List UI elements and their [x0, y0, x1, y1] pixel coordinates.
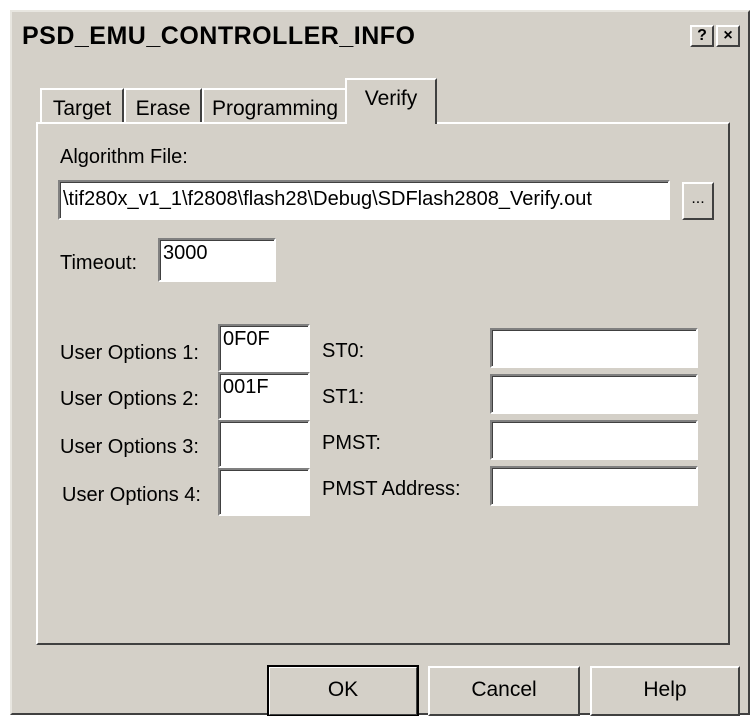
- pmst-input[interactable]: [490, 420, 698, 460]
- pmst-label: PMST:: [322, 432, 381, 454]
- user-options-2-label: User Options 2:: [60, 388, 199, 410]
- tab-verify[interactable]: Verify: [345, 78, 437, 124]
- tab-target-label: Target: [52, 97, 112, 120]
- help-button[interactable]: Help: [590, 666, 740, 716]
- st0-input[interactable]: [490, 328, 698, 368]
- close-icon[interactable]: ×: [716, 25, 740, 47]
- tab-erase-label: Erase: [135, 97, 191, 120]
- tab-programming[interactable]: Programming: [202, 88, 348, 122]
- tab-verify-label: Verify: [364, 87, 418, 110]
- user-options-4-label: User Options 4:: [62, 484, 201, 506]
- pmst-address-input[interactable]: [490, 466, 698, 506]
- verify-tab-panel: Algorithm File: \tif280x_v1_1\f2808\flas…: [36, 122, 730, 645]
- algorithm-file-input[interactable]: \tif280x_v1_1\f2808\flash28\Debug\SDFlas…: [58, 180, 670, 220]
- tab-erase[interactable]: Erase: [124, 88, 202, 122]
- user-options-3-input[interactable]: [218, 420, 310, 468]
- user-options-3-label: User Options 3:: [60, 436, 199, 458]
- user-options-2-input[interactable]: 001F: [218, 372, 310, 420]
- cancel-button[interactable]: Cancel: [428, 666, 580, 716]
- tab-programming-label: Programming: [211, 97, 339, 120]
- pmst-address-label: PMST Address:: [322, 478, 461, 500]
- ok-button[interactable]: OK: [267, 665, 419, 716]
- user-options-1-input[interactable]: 0F0F: [218, 324, 310, 372]
- tab-target[interactable]: Target: [40, 88, 124, 122]
- user-options-1-label: User Options 1:: [60, 342, 199, 364]
- title-bar[interactable]: PSD_EMU_CONTROLLER_INFO ? ×: [14, 14, 746, 58]
- algorithm-file-label: Algorithm File:: [60, 146, 188, 168]
- st0-label: ST0:: [322, 340, 365, 362]
- help-icon[interactable]: ?: [690, 25, 714, 47]
- st1-label: ST1:: [322, 386, 365, 408]
- browse-button[interactable]: ...: [682, 182, 714, 220]
- timeout-input[interactable]: 3000: [158, 238, 276, 282]
- st1-input[interactable]: [490, 374, 698, 414]
- user-options-4-input[interactable]: [218, 468, 310, 516]
- window-title: PSD_EMU_CONTROLLER_INFO: [22, 22, 416, 50]
- timeout-label: Timeout:: [60, 252, 138, 274]
- dialog-window: PSD_EMU_CONTROLLER_INFO ? × Target Erase…: [10, 10, 750, 716]
